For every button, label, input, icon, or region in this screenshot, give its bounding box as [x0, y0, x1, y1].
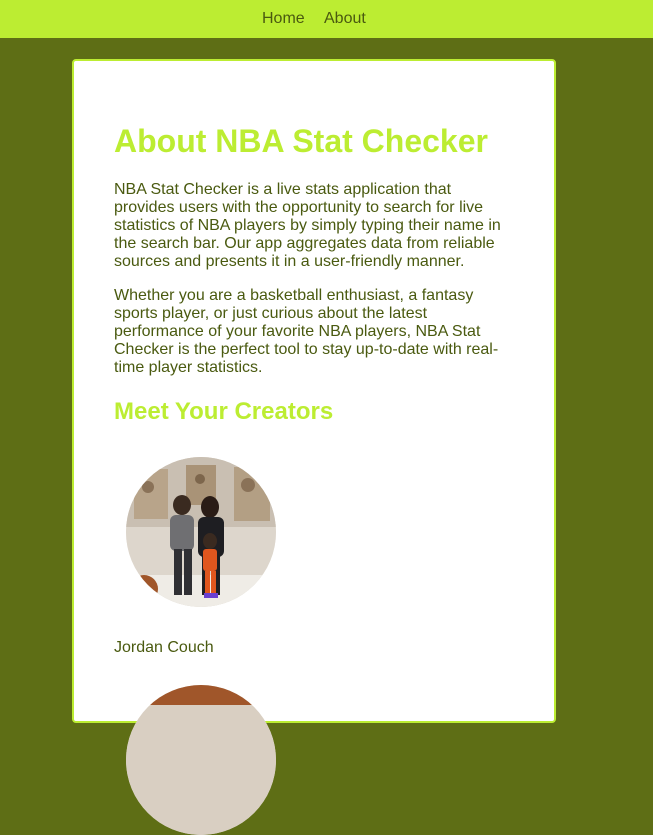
creator-name: Jordan Couch [114, 639, 214, 656]
about-card: About NBA Stat Checker NBA Stat Checker … [72, 59, 556, 835]
top-navbar: Home About [0, 0, 653, 38]
creator-photo-image [126, 457, 276, 607]
creators-heading: Meet Your Creators [114, 398, 334, 425]
nav-link-about[interactable]: About [324, 10, 366, 28]
creator-photo-second-image [126, 685, 276, 835]
about-paragraph-1: NBA Stat Checker is a live stats applica… [114, 181, 501, 270]
creator-photo-second [126, 685, 276, 835]
creator-photo [126, 457, 276, 607]
nav-link-home[interactable]: Home [262, 10, 305, 28]
about-paragraph-2: Whether you are a basketball enthusiast,… [114, 287, 499, 376]
page-title: About NBA Stat Checker [114, 123, 488, 159]
